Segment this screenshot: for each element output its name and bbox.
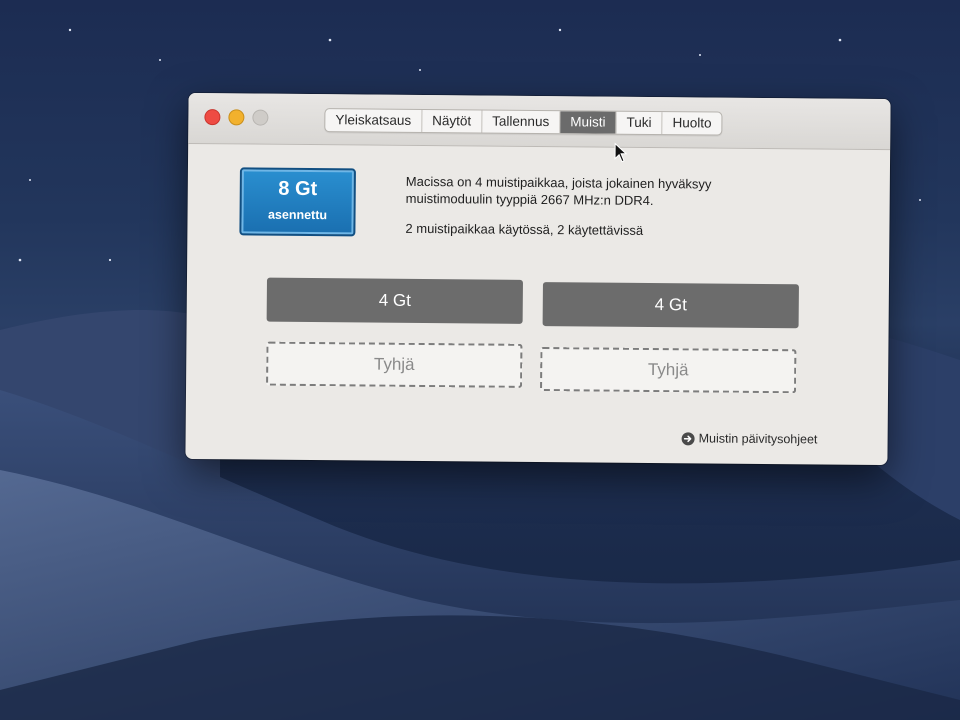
memory-slot-usage: 2 muistipaikkaa käytössä, 2 käytettäviss… [405, 220, 644, 238]
memory-slot-1: 4 Gt [266, 277, 523, 324]
tab-displays[interactable]: Näytöt [422, 109, 483, 133]
tab-bar: Yleiskatsaus Näytöt Tallennus Muisti Tuk… [324, 108, 723, 136]
installed-memory-label: asennettu [267, 207, 328, 223]
tab-support[interactable]: Tuki [616, 111, 663, 135]
zoom-button[interactable] [252, 109, 269, 126]
tab-storage[interactable]: Tallennus [482, 110, 561, 134]
memory-description: Macissa on 4 muistipaikkaa, joista jokai… [405, 173, 712, 209]
memory-slot-3: Tyhjä [266, 341, 523, 388]
installed-memory-badge: 8 Gt asennettu [239, 167, 356, 237]
tab-memory[interactable]: Muisti [560, 111, 617, 134]
installed-memory-size: 8 Gt [278, 177, 318, 201]
close-button[interactable] [204, 109, 221, 126]
title-bar: Yleiskatsaus Näytöt Tallennus Muisti Tuk… [188, 92, 891, 151]
memory-slot-4: Tyhjä [540, 347, 797, 394]
tab-overview[interactable]: Yleiskatsaus [325, 109, 423, 132]
memory-upgrade-link[interactable]: Muistin päivitysohjeet [681, 431, 818, 447]
memory-slot-2: 4 Gt [542, 282, 799, 329]
memory-upgrade-link-label: Muistin päivitysohjeet [698, 431, 818, 447]
mouse-pointer-icon [614, 142, 628, 163]
arrow-right-circle-icon [681, 431, 695, 445]
minimize-button[interactable] [228, 109, 245, 126]
tab-service[interactable]: Huolto [662, 112, 721, 135]
about-this-mac-window: Yleiskatsaus Näytöt Tallennus Muisti Tuk… [185, 92, 891, 466]
